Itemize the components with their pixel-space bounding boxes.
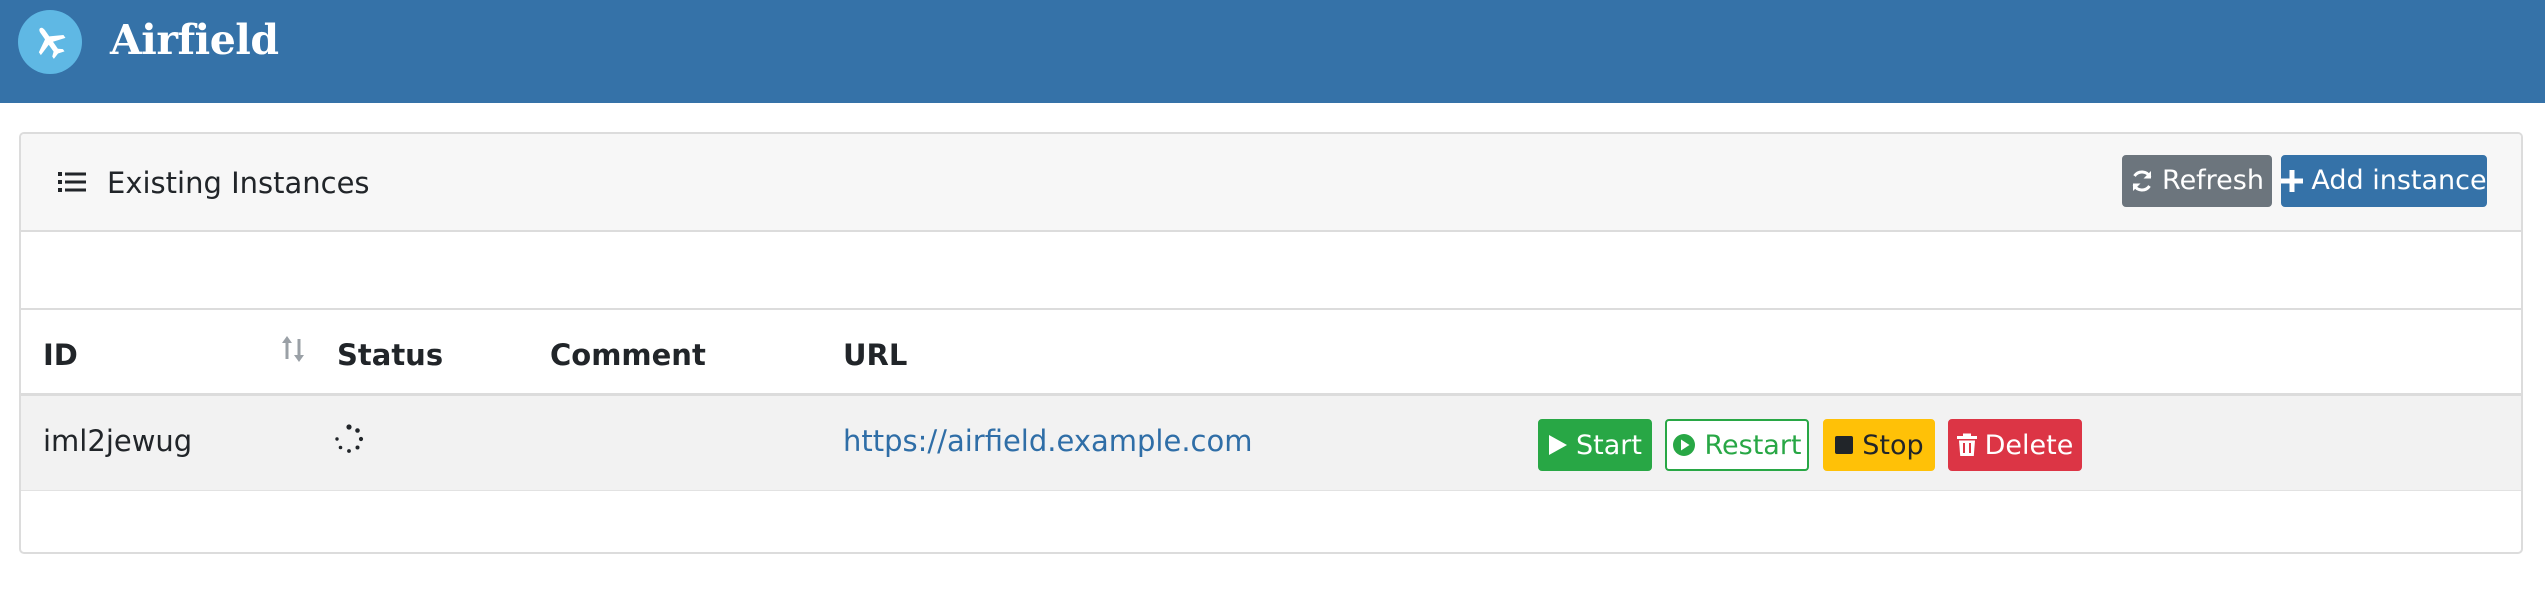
refresh-icon <box>2132 170 2152 192</box>
trash-icon <box>1956 433 1977 456</box>
start-label: Start <box>1576 429 1642 461</box>
plane-icon <box>38 27 66 59</box>
app-logo[interactable] <box>18 10 82 74</box>
sort-icon[interactable] <box>279 334 307 364</box>
table-header: ID Status Comment URL <box>21 310 2521 396</box>
refresh-button[interactable]: Refresh <box>2122 155 2272 207</box>
add-instance-button[interactable]: Add instance <box>2281 155 2487 207</box>
add-instance-label: Add instance <box>2311 165 2487 196</box>
instance-url-link[interactable]: https://airfield.example.com <box>843 422 1252 460</box>
table-row: iml2jewug https://airfield.example.com S… <box>21 396 2521 491</box>
stop-icon <box>1835 436 1854 454</box>
instances-card: Existing Instances Refresh Add instance … <box>19 132 2523 554</box>
card-header: Existing Instances Refresh Add instance <box>21 134 2521 232</box>
play-circle-icon <box>1673 434 1696 456</box>
app-title[interactable]: Airfield <box>110 8 279 72</box>
column-header-comment[interactable]: Comment <box>550 336 706 374</box>
instance-id: iml2jewug <box>43 424 193 458</box>
delete-label: Delete <box>1984 429 2074 461</box>
column-header-id[interactable]: ID <box>43 336 78 374</box>
play-icon <box>1549 435 1568 455</box>
restart-button[interactable]: Restart <box>1665 419 1809 471</box>
column-header-status[interactable]: Status <box>337 336 443 374</box>
stop-button[interactable]: Stop <box>1823 419 1935 471</box>
column-header-url[interactable]: URL <box>843 336 907 374</box>
table-toolbar-area <box>21 232 2521 310</box>
restart-label: Restart <box>1704 429 1802 461</box>
app-header: Airfield <box>0 0 2545 103</box>
stop-label: Stop <box>1862 429 1924 461</box>
plus-icon <box>2281 170 2304 192</box>
card-title: Existing Instances <box>107 166 370 200</box>
loading-spinner-icon <box>335 424 364 453</box>
start-button[interactable]: Start <box>1538 419 1652 471</box>
refresh-label: Refresh <box>2162 165 2264 196</box>
delete-button[interactable]: Delete <box>1948 419 2082 471</box>
list-icon <box>58 172 86 192</box>
